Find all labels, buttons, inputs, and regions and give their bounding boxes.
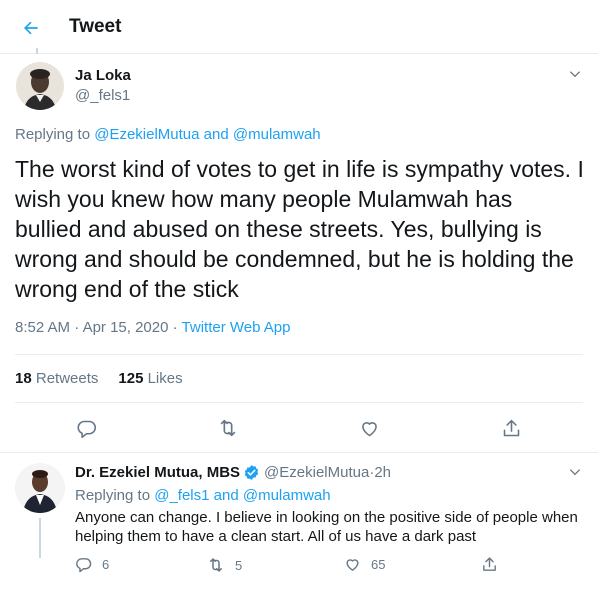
mention-link[interactable]: @_fels1 <box>154 487 209 504</box>
tweet-time[interactable]: 8:52 AM <box>15 319 70 336</box>
tweet-text: The worst kind of votes to get in life i… <box>15 156 584 302</box>
share-button[interactable] <box>481 556 498 573</box>
author-handle[interactable]: @EzekielMutua <box>264 464 369 481</box>
arrow-left-icon <box>24 21 38 35</box>
retweet-button[interactable]: 5 <box>207 556 242 574</box>
reply-icon <box>77 420 96 438</box>
retweets-stat[interactable]: 18 Retweets <box>15 370 98 387</box>
thread-connector <box>36 48 38 54</box>
reply-text: Anyone can change. I believe in looking … <box>75 509 578 545</box>
share-icon <box>503 419 519 436</box>
divider <box>15 402 583 403</box>
like-button[interactable]: 65 <box>344 556 385 573</box>
reply-button[interactable] <box>74 416 98 440</box>
author-name[interactable]: Dr. Ezekiel Mutua, MBS <box>75 464 240 481</box>
avatar[interactable] <box>16 62 64 110</box>
author-name[interactable]: Ja Loka <box>75 67 131 84</box>
like-button[interactable] <box>357 416 381 440</box>
avatar[interactable] <box>15 463 65 513</box>
reply-icon <box>76 558 92 573</box>
retweet-icon <box>220 419 236 437</box>
heart-icon <box>361 421 377 436</box>
author-handle[interactable]: @_fels1 <box>75 87 130 104</box>
retweet-count: 5 <box>235 557 243 573</box>
chevron-down-icon <box>569 469 581 476</box>
divider <box>0 452 598 453</box>
tweet-stats: 18 Retweets 125 Likes <box>15 370 183 387</box>
tweet-date[interactable]: Apr 15, 2020 <box>83 319 169 336</box>
heart-icon <box>346 559 359 571</box>
retweet-button[interactable] <box>216 416 240 440</box>
divider <box>15 354 583 355</box>
more-options-button[interactable] <box>566 463 584 481</box>
replying-to: Replying to @EzekielMutua and @mulamwah <box>15 126 321 143</box>
tweet-source[interactable]: Twitter Web App <box>182 319 291 336</box>
verified-badge-icon <box>243 464 260 481</box>
retweet-icon <box>210 558 222 572</box>
reply-time[interactable]: 2h <box>374 464 391 481</box>
header-bar: Tweet <box>0 0 598 54</box>
reply-button[interactable]: 6 <box>75 556 109 573</box>
reply-header: Dr. Ezekiel Mutua, MBS @EzekielMutua · 2… <box>75 464 392 481</box>
more-options-button[interactable] <box>566 65 584 83</box>
back-button[interactable] <box>15 12 47 44</box>
page-title: Tweet <box>69 16 122 37</box>
mention-link[interactable]: @mulamwah <box>233 126 321 143</box>
likes-stat[interactable]: 125 Likes <box>118 370 182 387</box>
reply-count: 6 <box>102 557 110 572</box>
mention-link[interactable]: @EzekielMutua <box>94 126 199 143</box>
tweet-meta: 8:52 AM · Apr 15, 2020 · Twitter Web App <box>15 319 291 336</box>
share-button[interactable] <box>499 416 523 440</box>
thread-connector <box>39 518 41 558</box>
share-icon <box>483 557 496 571</box>
mention-link[interactable]: @mulamwah <box>243 487 331 504</box>
replying-to: Replying to @_fels1 and @mulamwah <box>75 487 331 504</box>
chevron-down-icon <box>569 71 581 78</box>
like-count: 65 <box>371 557 386 572</box>
